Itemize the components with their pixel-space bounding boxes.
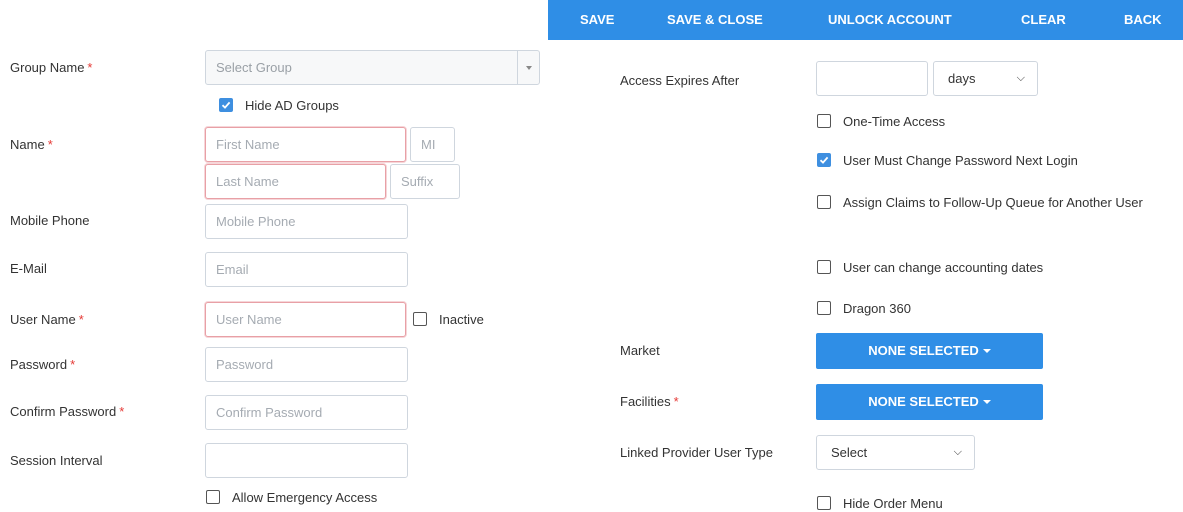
group-select-placeholder: Select Group [216,60,292,75]
facilities-multiselect[interactable]: NONE SELECTED [816,384,1043,420]
one-time-access-label: One-Time Access [843,113,946,129]
chevron-down-icon [526,66,532,70]
user-name-input[interactable] [205,302,406,337]
save-button[interactable]: SAVE [580,0,614,40]
user-name-label: User Name * [10,312,84,327]
group-select[interactable]: Select Group [205,50,540,85]
assign-claims-checkbox[interactable]: Assign Claims to Follow-Up Queue for Ano… [817,191,1177,215]
first-name-input[interactable] [205,127,406,162]
password-input[interactable] [205,347,408,382]
group-name-label: Group Name * [10,60,92,75]
access-expires-unit-select[interactable]: days ⌵ [933,61,1038,96]
dragon-360-checkbox[interactable]: Dragon 360 [817,298,911,318]
back-button[interactable]: BACK [1124,0,1162,40]
checkbox-unchecked-icon [817,195,831,209]
hide-ad-groups-checkbox[interactable]: Hide AD Groups [219,95,339,115]
required-mark: * [78,312,84,327]
group-name-label-text: Group Name [10,60,85,75]
required-mark: * [47,137,53,152]
required-mark: * [87,60,93,75]
market-label: Market [620,343,660,358]
session-interval-input[interactable] [205,443,408,478]
hide-order-menu-label: Hide Order Menu [843,495,943,511]
chevron-down-icon: ⌵ [953,446,962,458]
mobile-phone-label: Mobile Phone [10,213,90,228]
allow-emergency-access-label: Allow Emergency Access [232,489,378,505]
name-label-text: Name [10,137,45,152]
checkbox-checked-icon [219,98,233,112]
checkbox-unchecked-icon [817,114,831,128]
password-label-text: Password [10,357,68,372]
inactive-label: Inactive [439,311,484,327]
confirm-password-label-text: Confirm Password [10,404,117,419]
middle-initial-input[interactable] [410,127,455,162]
change-accounting-dates-checkbox[interactable]: User can change accounting dates [817,257,1043,277]
assign-claims-label: Assign Claims to Follow-Up Queue for Ano… [843,195,1143,210]
email-input[interactable] [205,252,408,287]
caret-down-icon [982,349,991,353]
caret-down-icon [982,400,991,404]
must-change-password-label: User Must Change Password Next Login [843,152,1078,168]
access-expires-unit-value: days [948,71,976,86]
access-expires-label: Access Expires After [620,73,740,88]
mobile-phone-input[interactable] [205,204,408,239]
suffix-input[interactable] [390,164,460,199]
confirm-password-label: Confirm Password * [10,404,124,419]
allow-emergency-access-checkbox[interactable]: Allow Emergency Access [206,487,377,507]
linked-provider-user-type-select[interactable]: Select ⌵ [816,435,975,470]
checkbox-unchecked-icon [817,301,831,315]
email-label: E-Mail [10,261,47,276]
last-name-input[interactable] [205,164,386,199]
market-value: NONE SELECTED [868,343,979,358]
confirm-password-input[interactable] [205,395,408,430]
checkbox-unchecked-icon [817,496,831,510]
inactive-checkbox[interactable]: Inactive [413,309,484,329]
user-name-label-text: User Name [10,312,76,327]
linked-provider-user-type-label: Linked Provider User Type [620,445,773,460]
name-label: Name * [10,137,53,152]
save-and-close-button[interactable]: SAVE & CLOSE [667,0,763,40]
access-expires-input[interactable] [816,61,928,96]
group-select-arrow [517,51,539,84]
checkbox-checked-icon [817,153,831,167]
password-label: Password * [10,357,75,372]
unlock-account-button[interactable]: UNLOCK ACCOUNT [828,0,952,40]
facilities-value: NONE SELECTED [868,394,979,409]
facilities-label: Facilities * [620,394,679,409]
hide-order-menu-checkbox[interactable]: Hide Order Menu [817,493,943,512]
market-multiselect[interactable]: NONE SELECTED [816,333,1043,369]
facilities-label-text: Facilities [620,394,671,409]
checkbox-unchecked-icon [817,260,831,274]
checkbox-unchecked-icon [413,312,427,326]
change-accounting-dates-label: User can change accounting dates [843,259,1044,275]
dragon-360-label: Dragon 360 [843,300,911,316]
hide-ad-groups-label: Hide AD Groups [245,97,339,113]
required-mark: * [673,394,679,409]
action-toolbar: SAVE SAVE & CLOSE UNLOCK ACCOUNT CLEAR B… [548,0,1183,40]
required-mark: * [70,357,76,372]
required-mark: * [119,404,125,419]
must-change-password-checkbox[interactable]: User Must Change Password Next Login [817,150,1078,170]
chevron-down-icon: ⌵ [1016,72,1025,84]
linked-provider-user-type-value: Select [831,445,868,460]
one-time-access-checkbox[interactable]: One-Time Access [817,111,945,131]
clear-button[interactable]: CLEAR [1021,0,1066,40]
checkbox-unchecked-icon [206,490,220,504]
session-interval-label: Session Interval [10,453,103,468]
